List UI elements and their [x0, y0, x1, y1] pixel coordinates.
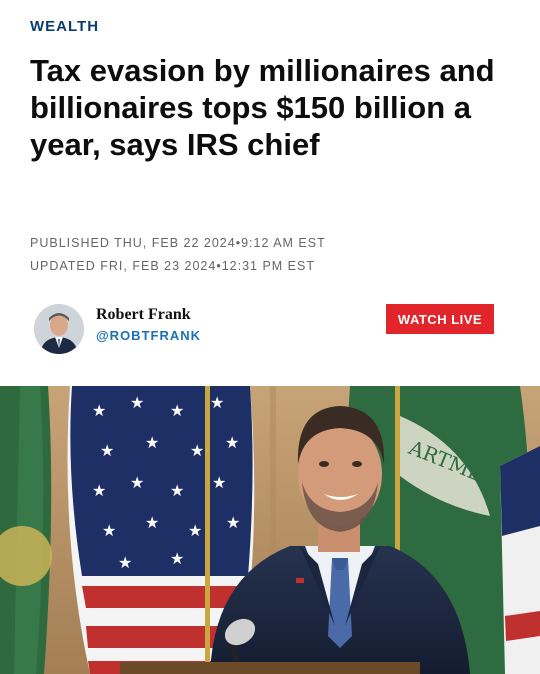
author-name[interactable]: Robert Frank	[96, 306, 191, 324]
svg-text:★: ★	[118, 553, 132, 572]
author-avatar-image	[34, 304, 84, 354]
svg-text:★: ★	[130, 393, 144, 412]
svg-text:★: ★	[145, 433, 159, 452]
author-avatar[interactable]	[34, 304, 84, 354]
svg-text:★: ★	[188, 521, 202, 540]
updated-timestamp: UPDATED FRI, FEB 23 2024•12:31 PM EST	[30, 259, 315, 273]
svg-text:★: ★	[130, 473, 144, 492]
hero-photo-illustration: ★ ★ ★ ★ ★ ★ ★ ★ ★ ★ ★ ★ ★ ★ ★ ★ ★ ★ ARTMENT	[0, 386, 540, 674]
green-flag-left	[0, 386, 52, 674]
svg-text:★: ★	[102, 521, 116, 540]
author-byline: Robert Frank @ROBTFRANK WATCH LIVE	[34, 304, 504, 360]
author-twitter-handle[interactable]: @ROBTFRANK	[96, 328, 201, 343]
published-timestamp: PUBLISHED THU, FEB 22 2024•9:12 AM EST	[30, 236, 326, 250]
article-hero-photo: ★ ★ ★ ★ ★ ★ ★ ★ ★ ★ ★ ★ ★ ★ ★ ★ ★ ★ ARTMENT	[0, 386, 540, 674]
svg-text:★: ★	[92, 401, 106, 420]
article-headline: Tax evasion by millionaires and billiona…	[30, 53, 495, 162]
svg-text:★: ★	[170, 401, 184, 420]
svg-text:★: ★	[170, 549, 184, 568]
svg-text:★: ★	[212, 473, 226, 492]
svg-text:★: ★	[210, 393, 224, 412]
section-label-wealth[interactable]: WEALTH	[30, 18, 99, 35]
watch-live-button[interactable]: WATCH LIVE	[386, 304, 494, 334]
svg-text:★: ★	[225, 433, 239, 452]
svg-text:★: ★	[145, 513, 159, 532]
svg-text:★: ★	[226, 513, 240, 532]
svg-text:★: ★	[190, 441, 204, 460]
svg-text:★: ★	[100, 441, 114, 460]
svg-text:★: ★	[170, 481, 184, 500]
svg-text:★: ★	[92, 481, 106, 500]
